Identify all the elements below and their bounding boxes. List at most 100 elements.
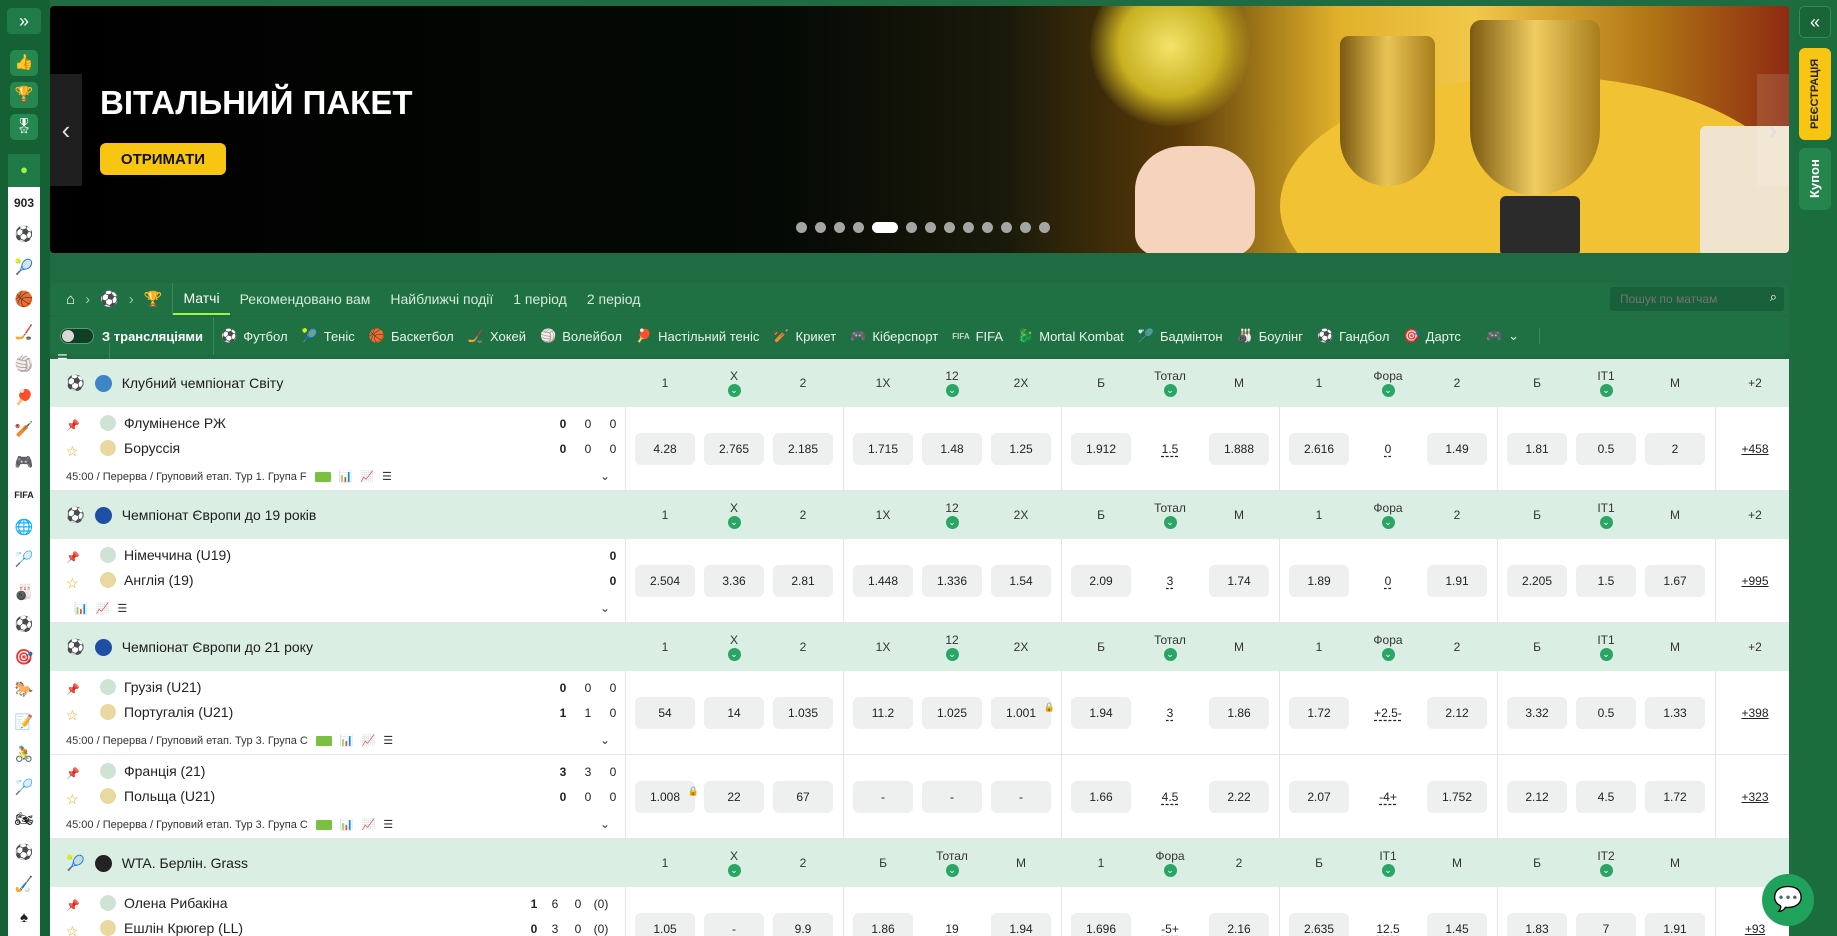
trophy-icon[interactable]: 🏆 (10, 82, 38, 108)
list-icon[interactable]: ☰ (117, 602, 127, 615)
filter-table-tennis[interactable]: 🏓 Настільний теніс (629, 328, 766, 344)
odds-button[interactable]: 0 (1358, 433, 1418, 465)
expand-match-icon[interactable]: ⌄ (600, 817, 610, 831)
odds-button[interactable]: - (853, 781, 913, 813)
filter-handball[interactable]: ⚽ Гандбол (1310, 328, 1396, 344)
odds-button[interactable]: 1.336 (922, 565, 982, 597)
expand-match-icon[interactable]: ⌄ (600, 469, 610, 483)
match-row[interactable]: 📌 ☆ Німеччина (U19) Англія (19) 0 0 📊 📈 ☰ … (50, 539, 1789, 623)
team-away[interactable]: Англія (19) (100, 572, 194, 588)
list-icon[interactable]: ☰ (383, 818, 393, 831)
tennis-icon[interactable]: 🎾 (8, 252, 40, 285)
filter-mortal-kombat[interactable]: 🐉 Mortal Kombat (1010, 328, 1131, 344)
odds-button[interactable]: 2.616 (1289, 433, 1349, 465)
pagination-dot[interactable] (834, 222, 845, 233)
odds-button[interactable]: 2.185 (773, 433, 833, 465)
odds-button[interactable]: -4+ (1358, 781, 1418, 813)
odds-button[interactable]: 1.86 (1209, 697, 1269, 729)
tab-upcoming[interactable]: Найближчі події (380, 284, 503, 314)
hockey-stick-icon[interactable]: 🏑 (8, 869, 40, 902)
pagination-dot[interactable] (853, 222, 864, 233)
banner-prev-button[interactable]: ‹ (50, 74, 82, 186)
odds-button[interactable]: 1.696 (1071, 913, 1131, 936)
odds-button[interactable]: 1.25 (991, 433, 1051, 465)
chevron-down-icon[interactable]: ⌄ (1381, 516, 1395, 529)
odds-button[interactable]: 1.035 (773, 697, 833, 729)
odds-button[interactable]: 2.07 (1289, 781, 1349, 813)
odds-button[interactable]: 14 (704, 697, 764, 729)
pin-icon[interactable]: 📌 (66, 683, 80, 696)
odds-button[interactable]: 1.888 (1209, 433, 1269, 465)
pagination-dot[interactable] (796, 222, 807, 233)
cycling-icon[interactable]: 🚴 (8, 739, 40, 772)
award-icon[interactable]: 🎖 (10, 114, 38, 140)
team-away[interactable]: Боруссія (100, 440, 180, 456)
live-count[interactable]: 903 (8, 187, 40, 220)
odds-button[interactable]: 1.91 (1427, 565, 1487, 597)
pagination-dot[interactable] (1020, 222, 1031, 233)
stats-icon[interactable]: 📊 (340, 818, 354, 831)
chevron-down-icon[interactable]: ⌄ (1381, 864, 1395, 877)
pagination-dot[interactable] (1039, 222, 1050, 233)
trophy-breadcrumb-icon[interactable]: 🏆 (144, 290, 163, 308)
chevron-down-icon[interactable]: ⌄ (727, 516, 741, 529)
odds-button[interactable]: - (922, 781, 982, 813)
filter-bowling[interactable]: 🎳 Боулінг (1230, 328, 1310, 344)
chart-icon[interactable]: 📈 (96, 602, 110, 615)
chevron-down-icon[interactable]: ⌄ (1381, 384, 1395, 397)
volleyball-icon[interactable]: 🏐 (8, 349, 40, 382)
odds-button[interactable]: 1.715 (853, 433, 913, 465)
chevron-down-icon[interactable]: ⌄ (945, 384, 959, 397)
pin-icon[interactable]: 📌 (66, 767, 80, 780)
badminton-icon[interactable]: 🏸 (8, 544, 40, 577)
futsal-icon[interactable]: ⚽ (8, 837, 40, 870)
stream-icon[interactable] (315, 819, 332, 830)
team-home[interactable]: Флуміненсе РЖ (100, 415, 226, 431)
handball-icon[interactable]: ⚽ (8, 609, 40, 642)
league-header[interactable]: ⚽ Чемпіонат Європи до 21 року 1 X ⌄ 2 1X… (50, 623, 1789, 671)
stats-icon[interactable]: 📊 (340, 734, 354, 747)
league-header[interactable]: ⚽ Чемпіонат Європи до 19 років 1 X ⌄ 2 1… (50, 491, 1789, 539)
odds-button[interactable]: 1.74 (1209, 565, 1269, 597)
pin-icon[interactable]: 📌 (66, 899, 80, 912)
odds-button[interactable]: 11.2 (853, 697, 913, 729)
filter-fifa[interactable]: FIFA FIFA (945, 329, 1010, 344)
pin-icon[interactable]: 📌 (66, 551, 80, 564)
pagination-dot[interactable] (925, 222, 936, 233)
odds-button[interactable]: 1.33 (1645, 697, 1705, 729)
odds-button[interactable]: 1.5 (1140, 433, 1200, 465)
promo-banner[interactable]: ВІТАЛЬНИЙ ПАКЕТ ОТРИМАТИ ‹ › (50, 6, 1789, 253)
chevron-down-icon[interactable]: ⌄ (727, 648, 741, 661)
football-icon[interactable]: ⚽ (8, 219, 40, 252)
league-header[interactable]: ⚽ Клубний чемпіонат Світу 1 X ⌄ 2 1X 12 … (50, 359, 1789, 407)
odds-button[interactable]: 0.5 (1576, 697, 1636, 729)
odds-button[interactable]: 2.09 (1071, 565, 1131, 597)
odds-button[interactable]: 1.54 (991, 565, 1051, 597)
team-away[interactable]: Ешлін Крюгер (LL) (100, 920, 243, 936)
get-bonus-button[interactable]: ОТРИМАТИ (100, 143, 226, 175)
odds-button[interactable]: 2.81 (773, 565, 833, 597)
odds-button[interactable]: 4.5 (1576, 781, 1636, 813)
stream-icon[interactable] (315, 735, 332, 746)
fifa-icon[interactable]: FIFA (8, 479, 40, 512)
chevron-down-icon[interactable]: ⌄ (1163, 516, 1177, 529)
odds-button[interactable]: 3 (1140, 565, 1200, 597)
chevron-down-icon[interactable]: ⌄ (1599, 648, 1613, 661)
pagination-dot[interactable] (815, 222, 826, 233)
globe-icon[interactable]: 🌐 (8, 512, 40, 545)
more-markets-link[interactable]: +458 (1725, 433, 1785, 465)
league-name[interactable]: Клубний чемпіонат Світу (122, 375, 284, 391)
odds-button[interactable]: 19 (922, 913, 982, 936)
odds-button[interactable]: 67 (773, 781, 833, 813)
search-icon[interactable]: ⌕ (1770, 289, 1777, 305)
odds-button[interactable]: 1.025 (922, 697, 982, 729)
esports-icon[interactable]: 🎮 (8, 447, 40, 480)
coupon-button[interactable]: Купон (1799, 148, 1831, 210)
odds-button[interactable]: +2.5- (1358, 697, 1418, 729)
bowling-icon[interactable]: 🎳 (8, 577, 40, 610)
odds-button[interactable]: 1.94 (991, 913, 1051, 936)
notes-icon[interactable]: 📝 (8, 707, 40, 740)
odds-button[interactable]: 2 (1645, 433, 1705, 465)
odds-button[interactable]: 1.912 (1071, 433, 1131, 465)
hockey-icon[interactable]: 🏒 (8, 317, 40, 350)
